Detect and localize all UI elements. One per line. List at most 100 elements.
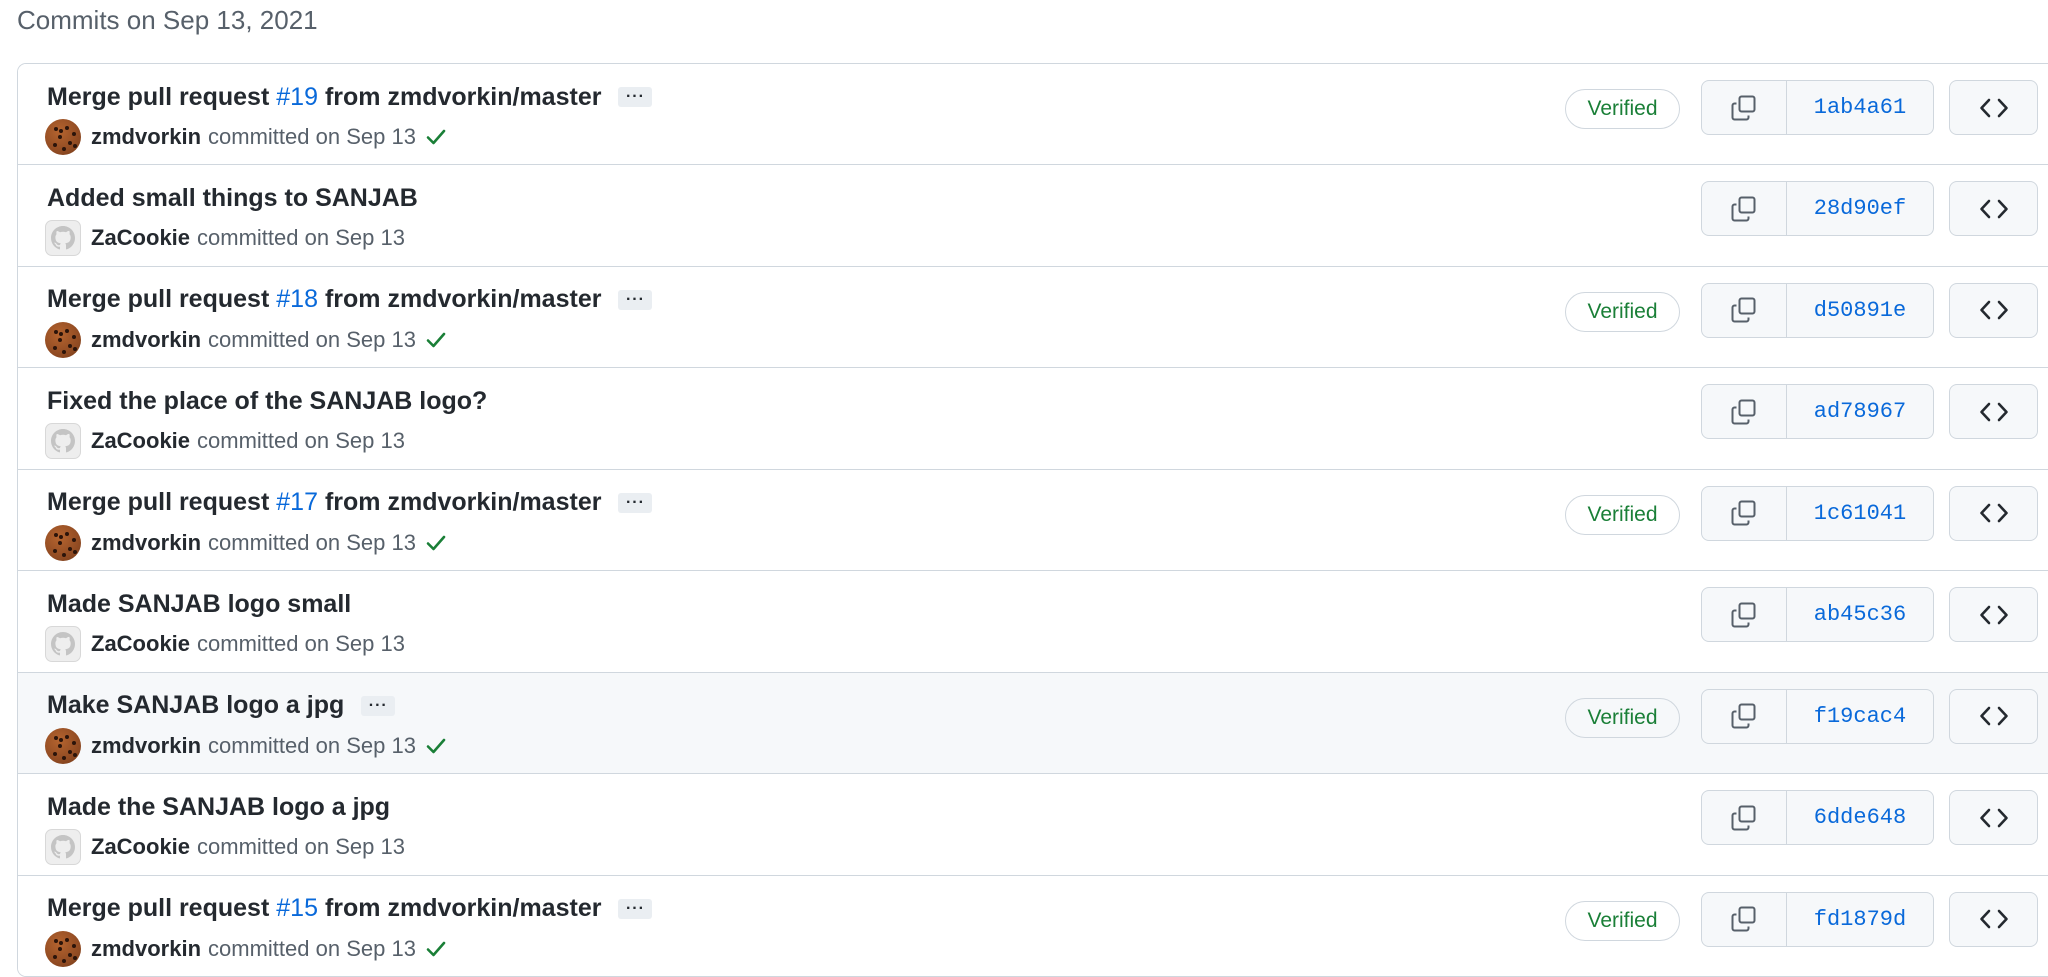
commit-row: Added small things to SANJAB ZaCookie co…: [18, 164, 2048, 266]
commit-row: Fixed the place of the SANJAB logo? ZaCo…: [18, 367, 2048, 469]
copy-sha-button[interactable]: [1702, 689, 1787, 743]
author-link[interactable]: zmdvorkin: [91, 327, 201, 353]
commit-title-line: Merge pull request #18 from zmdvorkin/ma…: [47, 283, 653, 317]
commit-title-line: Merge pull request #15 from zmdvorkin/ma…: [47, 892, 653, 926]
author-link[interactable]: zmdvorkin: [91, 733, 201, 759]
commit-message-link-rest[interactable]: from zmdvorkin/master: [325, 285, 601, 314]
expand-message-button[interactable]: ···: [361, 695, 396, 716]
commit-sha-link[interactable]: 6dde648: [1787, 791, 1933, 844]
commit-meta: zmdvorkin committed on Sep 13: [45, 118, 446, 156]
sha-button-group: f19cac4: [1701, 688, 1934, 744]
cookie-avatar[interactable]: [45, 930, 81, 967]
commit-message-link[interactable]: Merge pull request: [47, 894, 269, 923]
commit-message-link-rest[interactable]: from zmdvorkin/master: [325, 894, 601, 923]
commit-sha-link[interactable]: d50891e: [1787, 284, 1933, 337]
expand-message-button[interactable]: ···: [618, 87, 653, 107]
commit-sha-link[interactable]: f19cac4: [1787, 690, 1933, 743]
check-icon[interactable]: [426, 534, 446, 552]
verified-badge[interactable]: Verified: [1565, 900, 1680, 941]
verified-badge[interactable]: Verified: [1565, 494, 1680, 535]
default-avatar[interactable]: [45, 220, 81, 256]
verified-badge[interactable]: Verified: [1565, 291, 1680, 332]
pull-request-link[interactable]: #17: [276, 488, 318, 517]
commit-row: Merge pull request #17 from zmdvorkin/ma…: [18, 468, 2048, 570]
browse-repository-button[interactable]: [1949, 181, 2038, 236]
copy-sha-button[interactable]: [1702, 385, 1787, 438]
commit-message-link[interactable]: Merge pull request: [47, 488, 269, 517]
commit-message-link[interactable]: Made the SANJAB logo a jpg: [47, 793, 390, 822]
browse-repository-button[interactable]: [1949, 688, 2038, 744]
code-icon: [1979, 299, 2009, 321]
cookie-avatar[interactable]: [45, 727, 81, 764]
expand-message-button[interactable]: ···: [618, 492, 653, 513]
commit-row: Make SANJAB logo a jpg ··· zmdvorkin com…: [18, 671, 2048, 773]
commit-sha-link[interactable]: ab45c36: [1787, 588, 1933, 641]
check-icon[interactable]: [426, 737, 446, 755]
default-avatar[interactable]: [45, 423, 81, 459]
code-icon: [1979, 908, 2009, 930]
commit-sha-link[interactable]: ad78967: [1787, 385, 1933, 438]
expand-message-button[interactable]: ···: [618, 289, 653, 310]
commit-message-link-rest[interactable]: from zmdvorkin/master: [325, 83, 601, 112]
commit-sha-link[interactable]: fd1879d: [1787, 893, 1933, 946]
verified-badge[interactable]: Verified: [1565, 89, 1680, 129]
copy-icon: [1731, 602, 1757, 628]
commit-date-text: committed on Sep 13: [208, 935, 416, 961]
author-link[interactable]: zmdvorkin: [91, 124, 201, 150]
cookie-avatar[interactable]: [45, 119, 81, 155]
expand-message-button[interactable]: ···: [618, 898, 653, 919]
sha-button-group: 28d90ef: [1701, 181, 1934, 236]
author-link[interactable]: ZaCookie: [91, 428, 190, 454]
check-icon[interactable]: [426, 331, 446, 349]
author-link[interactable]: ZaCookie: [91, 631, 190, 657]
commit-meta: ZaCookie committed on Sep 13: [45, 422, 405, 460]
default-avatar[interactable]: [45, 829, 81, 865]
browse-repository-button[interactable]: [1949, 891, 2038, 947]
commit-message-link[interactable]: Added small things to SANJAB: [47, 184, 418, 213]
copy-sha-button[interactable]: [1702, 892, 1787, 946]
copy-icon: [1731, 95, 1757, 121]
commit-sha-link[interactable]: 1c61041: [1787, 487, 1933, 540]
copy-sha-button[interactable]: [1702, 791, 1787, 844]
pull-request-link[interactable]: #18: [276, 285, 318, 314]
commit-date-text: committed on Sep 13: [197, 428, 405, 453]
commit-title-line: Made the SANJAB logo a jpg: [47, 790, 390, 824]
browse-repository-button[interactable]: [1949, 587, 2038, 642]
commit-date-text: committed on Sep 13: [197, 631, 405, 656]
pull-request-link[interactable]: #15: [276, 894, 318, 923]
commit-message-link-rest[interactable]: from zmdvorkin/master: [325, 488, 601, 517]
check-icon[interactable]: [426, 940, 446, 958]
commit-message-link[interactable]: Fixed the place of the SANJAB logo?: [47, 387, 487, 416]
copy-sha-button[interactable]: [1702, 283, 1787, 337]
author-link[interactable]: zmdvorkin: [91, 936, 201, 962]
commit-sha-link[interactable]: 28d90ef: [1787, 182, 1933, 235]
code-icon: [1979, 502, 2009, 524]
copy-icon: [1731, 805, 1757, 831]
commit-message-link[interactable]: Make SANJAB logo a jpg: [47, 691, 344, 720]
copy-sha-button[interactable]: [1702, 588, 1787, 641]
browse-repository-button[interactable]: [1949, 485, 2038, 541]
browse-repository-button[interactable]: [1949, 790, 2038, 845]
verified-badge[interactable]: Verified: [1565, 697, 1680, 738]
browse-repository-button[interactable]: [1949, 80, 2038, 135]
author-link[interactable]: ZaCookie: [91, 225, 190, 251]
sha-button-group: ab45c36: [1701, 587, 1934, 642]
copy-sha-button[interactable]: [1702, 182, 1787, 235]
browse-repository-button[interactable]: [1949, 384, 2038, 439]
cookie-avatar[interactable]: [45, 524, 81, 561]
author-link[interactable]: ZaCookie: [91, 834, 190, 860]
commit-message-link[interactable]: Made SANJAB logo small: [47, 590, 351, 619]
copy-sha-button[interactable]: [1702, 81, 1787, 134]
commit-sha-link[interactable]: 1ab4a61: [1787, 81, 1933, 134]
author-link[interactable]: zmdvorkin: [91, 530, 201, 556]
browse-repository-button[interactable]: [1949, 282, 2038, 338]
commit-message-link[interactable]: Merge pull request: [47, 83, 269, 112]
cookie-avatar[interactable]: [45, 321, 81, 358]
pull-request-link[interactable]: #19: [276, 83, 318, 112]
commit-title-line: Added small things to SANJAB: [47, 181, 418, 215]
check-icon[interactable]: [426, 128, 446, 146]
commit-message-link[interactable]: Merge pull request: [47, 285, 269, 314]
copy-icon: [1731, 399, 1757, 425]
copy-sha-button[interactable]: [1702, 486, 1787, 540]
default-avatar[interactable]: [45, 626, 81, 662]
